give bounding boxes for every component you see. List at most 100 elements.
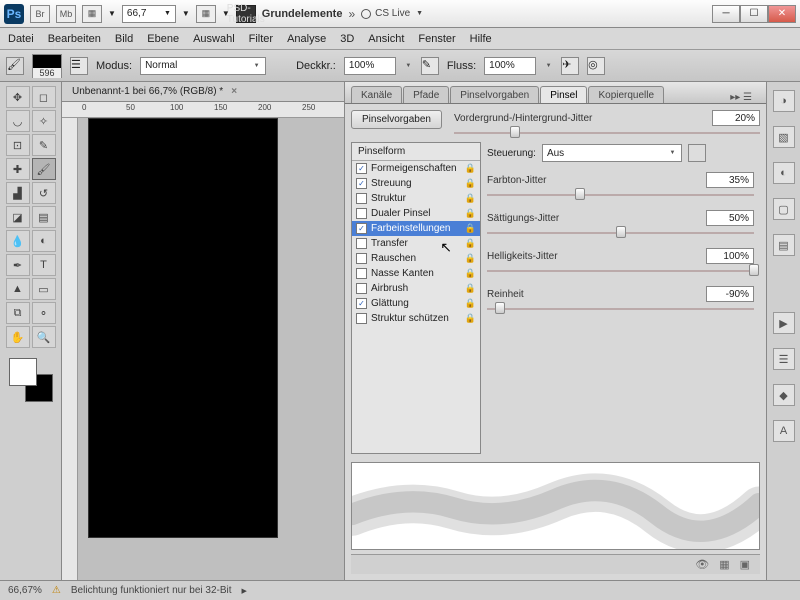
list-header[interactable]: Pinselform [352, 143, 480, 161]
tab-kanaele[interactable]: Kanäle [351, 86, 402, 103]
deckkr-arrow[interactable] [404, 61, 413, 70]
checkbox[interactable] [356, 193, 367, 204]
bridge-button[interactable]: Br [30, 5, 50, 23]
color-panel-icon[interactable]: ◑ [773, 90, 795, 112]
tab-pfade[interactable]: Pfade [403, 86, 449, 103]
menu-3d[interactable]: 3D [340, 33, 354, 45]
checkbox[interactable] [356, 253, 367, 264]
path-select-tool[interactable]: ▲ [6, 278, 30, 300]
menu-filter[interactable]: Filter [249, 33, 273, 45]
arrow-down-icon[interactable]: ▼ [182, 9, 190, 18]
farbton-value[interactable]: 35% [706, 172, 754, 188]
fg-jitter-value[interactable]: 20% [712, 110, 760, 126]
brush-option-formeigenschaften[interactable]: ✓Formeigenschaften🔒 [352, 161, 480, 176]
history-brush-tool[interactable]: ↺ [32, 182, 56, 204]
menu-fenster[interactable]: Fenster [418, 33, 455, 45]
eyedropper-tool[interactable]: ✎ [32, 134, 56, 156]
airbrush-icon[interactable]: ✈ [561, 57, 579, 75]
hand-tool[interactable]: ✋ [6, 326, 30, 348]
saettigung-value[interactable]: 50% [706, 210, 754, 226]
brush-option-streuung[interactable]: ✓Streuung🔒 [352, 176, 480, 191]
brush-option-gl-ttung[interactable]: ✓Glättung🔒 [352, 296, 480, 311]
history-panel-icon[interactable]: ▶ [773, 312, 795, 334]
close-button[interactable]: ✕ [768, 5, 796, 23]
stamp-tool[interactable]: ▟ [6, 182, 30, 204]
lock-icon[interactable]: 🔒 [465, 178, 476, 189]
fluss-arrow[interactable] [544, 61, 553, 70]
brush-option-airbrush[interactable]: Airbrush🔒 [352, 281, 480, 296]
helligkeit-value[interactable]: 100% [706, 248, 754, 264]
modus-dropdown[interactable]: Normal [140, 57, 266, 75]
brush-option-struktur[interactable]: Struktur🔒 [352, 191, 480, 206]
layout-button[interactable]: ▦ [82, 5, 102, 23]
checkbox[interactable]: ✓ [356, 298, 367, 309]
lock-icon[interactable]: 🔒 [465, 253, 476, 264]
menu-hilfe[interactable]: Hilfe [470, 33, 492, 45]
reinheit-value[interactable]: -90% [706, 286, 754, 302]
reinheit-slider[interactable] [487, 304, 754, 314]
type-tool[interactable]: T [32, 254, 56, 276]
status-zoom[interactable]: 66,67% [8, 585, 42, 596]
pressure-for-size-icon[interactable]: ◎ [587, 57, 605, 75]
lock-icon[interactable]: 🔒 [465, 298, 476, 309]
wand-tool[interactable]: ✧ [32, 110, 56, 132]
tab-pinsel[interactable]: Pinsel [540, 86, 587, 103]
new-brush-icon[interactable]: ▦ [719, 558, 729, 571]
brush-preview[interactable]: 596 [32, 54, 62, 78]
3d-camera-tool[interactable]: ⚬ [32, 302, 56, 324]
checkbox[interactable]: ✓ [356, 163, 367, 174]
pen-tool[interactable]: ✒ [6, 254, 30, 276]
move-tool[interactable]: ✥ [6, 86, 30, 108]
adjustments-panel-icon[interactable]: ◐ [773, 162, 795, 184]
deckkr-field[interactable]: 100% [344, 57, 396, 75]
brush-option-struktur-sch-tzen[interactable]: Struktur schützen🔒 [352, 311, 480, 326]
checkbox[interactable] [356, 313, 367, 324]
brush-option-transfer[interactable]: Transfer🔒↖ [352, 236, 480, 251]
heal-tool[interactable]: ✚ [6, 158, 30, 180]
menu-bild[interactable]: Bild [115, 33, 133, 45]
blur-tool[interactable]: 💧 [6, 230, 30, 252]
tab-pinselvorgaben[interactable]: Pinselvorgaben [450, 86, 539, 103]
chevron-right-icon[interactable]: » [348, 7, 355, 21]
steuerung-dropdown[interactable]: Aus [542, 144, 682, 162]
lock-icon[interactable]: 🔒 [465, 313, 476, 324]
helligkeit-slider[interactable] [487, 266, 754, 276]
menu-datei[interactable]: Datei [8, 33, 34, 45]
menu-bearbeiten[interactable]: Bearbeiten [48, 33, 101, 45]
lock-icon[interactable]: 🔒 [465, 283, 476, 294]
color-swatches[interactable] [9, 358, 53, 402]
shape-tool[interactable]: ▭ [32, 278, 56, 300]
zoom-field[interactable]: 66,7▼ [122, 5, 176, 23]
close-doc-icon[interactable]: × [231, 86, 237, 97]
foreground-color[interactable] [9, 358, 37, 386]
brush-option-farbeinstellungen[interactable]: ✓Farbeinstellungen🔒 [352, 221, 480, 236]
menu-analyse[interactable]: Analyse [287, 33, 326, 45]
document-tab[interactable]: Unbenannt-1 bei 66,7% (RGB/8) *× [62, 82, 344, 102]
pressure-for-opacity-icon[interactable]: ✎ [421, 57, 439, 75]
dodge-tool[interactable]: ◐ [32, 230, 56, 252]
menu-auswahl[interactable]: Auswahl [193, 33, 235, 45]
3d-tool[interactable]: ⧉ [6, 302, 30, 324]
lasso-tool[interactable]: ◡ [6, 110, 30, 132]
view-extras-button[interactable]: ▦ [196, 5, 216, 23]
canvas[interactable] [88, 118, 278, 538]
minibridge-button[interactable]: Mb [56, 5, 76, 23]
arrow-down-icon[interactable]: ▼ [108, 9, 116, 18]
menu-ansicht[interactable]: Ansicht [368, 33, 404, 45]
brush-option-rauschen[interactable]: Rauschen🔒 [352, 251, 480, 266]
panel-more-icon[interactable]: ▸▸ ☰ [730, 92, 760, 103]
brush-tool[interactable]: 🖌 [32, 158, 56, 180]
trash-icon[interactable]: ▣ [740, 558, 750, 571]
brush-option-nasse-kanten[interactable]: Nasse Kanten🔒 [352, 266, 480, 281]
saettigung-slider[interactable] [487, 228, 754, 238]
layers-panel-icon[interactable]: ▤ [773, 234, 795, 256]
brush-tool-icon[interactable]: 🖌 [6, 57, 24, 75]
crop-tool[interactable]: ⊡ [6, 134, 30, 156]
farbton-slider[interactable] [487, 190, 754, 200]
checkbox[interactable] [356, 238, 367, 249]
styles-panel-icon[interactable]: ◆ [773, 384, 795, 406]
marquee-tool[interactable]: ◻ [32, 86, 56, 108]
checkbox[interactable]: ✓ [356, 178, 367, 189]
lock-icon[interactable]: 🔒 [465, 208, 476, 219]
menu-ebene[interactable]: Ebene [147, 33, 179, 45]
